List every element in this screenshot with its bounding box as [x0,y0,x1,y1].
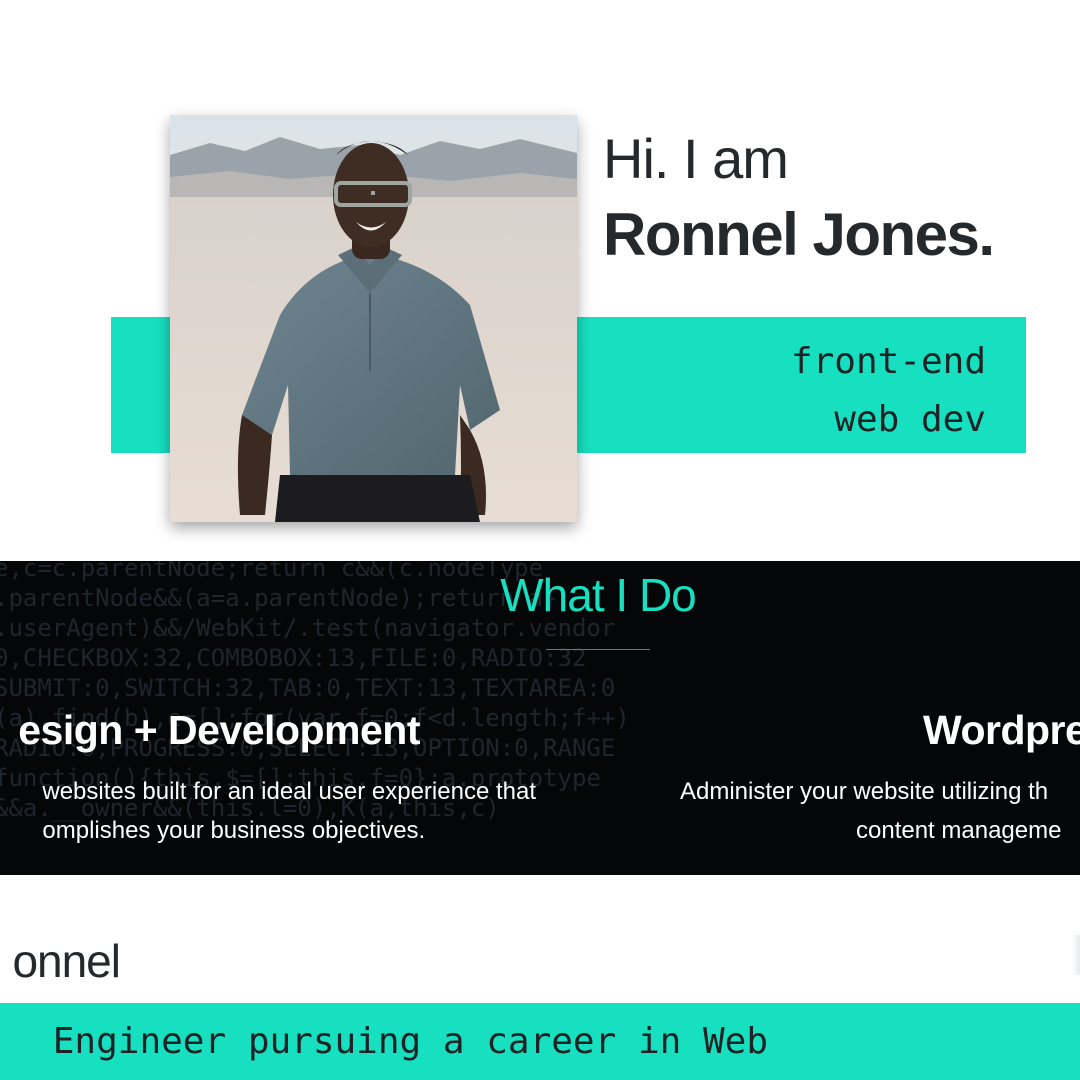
service-desc-line: websites built for an ideal user experie… [42,778,536,805]
scroll-edge-shadow [1072,935,1080,975]
tagline-line-2: web dev [834,399,986,440]
hero-tagline: front-end web dev [791,333,986,449]
profile-photo [170,115,577,522]
about-intro-text: Engineer pursuing a career in Web [52,1021,768,1062]
service-desc-line: omplishes your business objectives. [42,817,426,844]
hero-name: Ronnel Jones. [603,201,995,268]
hero-section: front-end web dev Hi. I am Ronnel Jones. [0,0,1080,560]
services-divider [546,649,650,650]
service-desc-wordpress: Administer your website utilizing th con… [680,772,1080,850]
service-desc-line: content manageme [856,817,1062,844]
services-heading: What I Do [500,569,697,621]
service-title-design-development: esign + Development [18,707,420,753]
hero-greeting: Hi. I am [603,127,789,190]
service-desc-design-development: websites built for an ideal user experie… [42,772,536,850]
service-title-wordpress: Wordpre [923,707,1080,753]
about-heading: onnel [12,935,121,987]
service-desc-line: Administer your website utilizing th [680,778,1049,805]
tagline-line-1: front-end [790,341,986,382]
